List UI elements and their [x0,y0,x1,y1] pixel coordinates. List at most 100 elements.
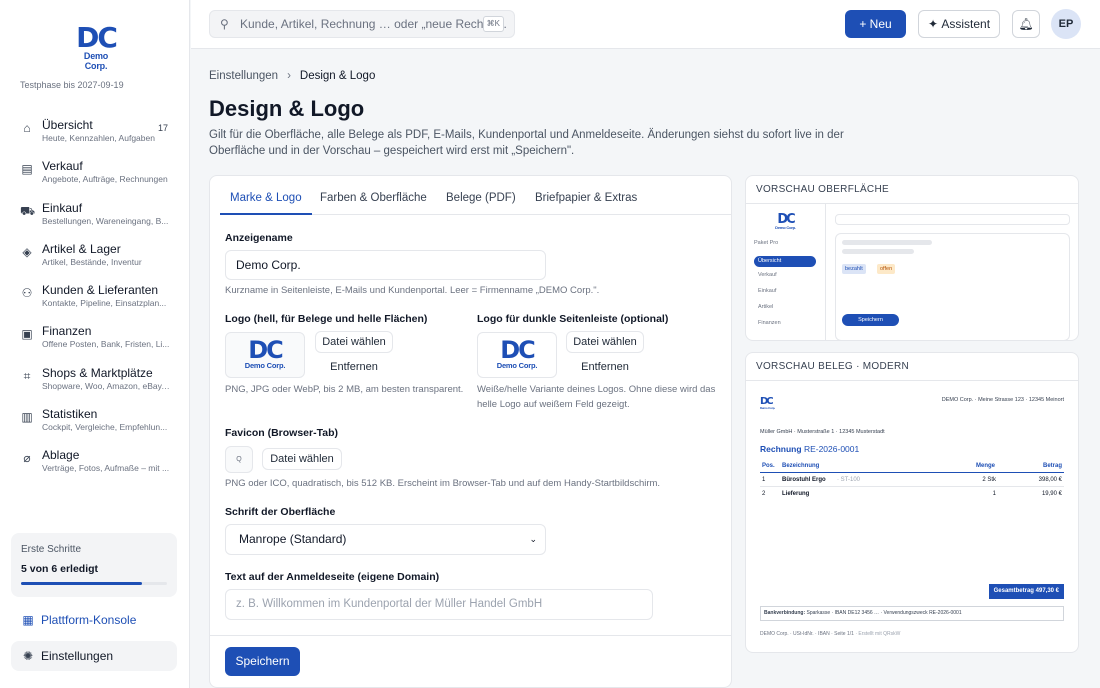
sidebar-item[interactable]: ▤ Verkauf Angebote, Aufträge, Rechnungen [10,153,182,194]
sidebar-item[interactable]: ▣ Finanzen Offene Posten, Bank, Fristen, L… [10,318,182,359]
mini-nav-item: Verkauf [758,272,777,278]
doc-bank-label: Bankverbindung: [764,610,806,616]
doc-logo-sub: Demo Corp. [760,406,776,410]
doc-type: Rechnung [760,444,802,454]
sidebar-item[interactable]: ⌀ Ablage Verträge, Fotos, Aufmaße – mit ..… [10,442,182,483]
trial-info: Testphase bis 2027-09-19 [20,80,124,90]
sidebar-item-badge: 17 [157,123,168,133]
tab-brand-logo[interactable]: Marke & Logo [220,176,312,215]
sidebar-item-sub: Artikel, Bestände, Inventur [42,256,142,267]
mini-line [842,240,932,245]
logo-light-sub: Demo Corp. [244,361,286,370]
cart-icon: ⛟ [20,203,36,218]
sidebar-item[interactable]: ◈ Artikel & Lager Artikel, Bestände, Inven… [10,236,182,277]
platform-console-link[interactable]: ▦ Plattform-Konsole [11,606,177,634]
breadcrumb-root[interactable]: Einstellungen [209,70,278,82]
sidebar-item[interactable]: ⌂ Übersicht Heute, Kennzahlen, Aufgaben 17 [10,112,182,153]
users-icon: ⚇ [21,286,33,301]
sidebar-item-label: Shops & Marktplätze [42,365,153,380]
logo-dark-remove-button[interactable]: Entfernen [566,361,644,373]
mini-content: bezahlt offen Speichern [835,233,1070,341]
doc-table: Pos. Bezeichnung Menge Betrag 1 Bürostuh… [760,461,1064,501]
mini-nav-item: Einkauf [758,288,777,294]
save-button[interactable]: Speichern [225,647,300,676]
settings-label: Einstellungen [41,649,114,663]
logo-dark-label: Logo für dunkle Seitenleiste (optional) [477,313,669,325]
display-name-label: Anzeigename [225,232,293,244]
company-logo[interactable]: DC Demo Corp. [72,24,120,72]
doc-heading: Rechnung RE-2026-0001 [760,444,859,454]
sidebar-item-sub: Shopware, Woo, Amazon, eBay, ... [42,380,170,391]
font-select-value: Manrope (Standard) [239,532,347,546]
font-label: Schrift der Oberfläche [225,506,336,518]
sidebar-item-label: Finanzen [42,324,92,339]
table-row: 1 Bürostuhl Ergo · ST-100 2 Stk 398,00 € [760,473,1064,487]
platform-console-label: Plattform-Konsole [41,613,137,627]
row-amount: 398,00 € [1038,477,1062,483]
logo-dark-mark: DC [500,336,536,364]
row-sku: · ST-100 [837,477,861,483]
tab-colors[interactable]: Farben & Oberfläche [320,176,427,215]
row-qty: 1 [992,491,996,497]
home-icon: ⌂ [23,121,31,135]
shortcut-badge: ⌘K [482,16,504,32]
page-title: Design & Logo [209,96,365,121]
logo-light-choose-button[interactable]: Datei wählen [315,331,393,353]
notifications-button[interactable]: 🔔︎ [1012,10,1040,38]
favicon-preview: Q [225,446,253,473]
doc-table-header: Pos. Bezeichnung Menge Betrag [760,461,1064,473]
search-input[interactable]: ⚲ Kunde, Artikel, Rechnung … oder „neue … [209,10,515,38]
chevron-right-icon: › [287,70,291,82]
mini-nav-item: Finanzen [758,320,781,326]
sidebar-item-label: Einkauf [42,200,83,215]
bell-icon: 🔔︎ [1018,17,1034,31]
assistant-button[interactable]: ✦ Assistent [918,10,1000,38]
tab-documents[interactable]: Belege (PDF) [446,176,516,215]
login-text-input[interactable]: z. B. Willkommen im Kundenportal der Mül… [225,589,653,620]
sidebar-item-label: Kunden & Lieferanten [42,283,159,298]
logo-light-remove-button[interactable]: Entfernen [315,361,393,373]
favicon-label: Favicon (Browser-Tab) [225,427,338,439]
logo-light-preview: DC Demo Corp. [225,332,305,378]
sidebar-item-sub: Verträge, Fotos, Aufmaße – mit ... [42,463,170,474]
col-desc: Bezeichnung [782,463,820,469]
money-icon: ▣ [21,327,33,342]
sparkle-icon: ✦ [927,17,942,31]
sidebar-item[interactable]: ⛟ Einkauf Bestellungen, Wareneingang, B... [10,195,182,236]
search-icon: ⚲ [220,17,229,31]
favicon-choose-button[interactable]: Datei wählen [262,448,342,470]
sidebar-item-sub: Offene Posten, Bank, Fristen, Li... [42,339,170,350]
paperclip-icon: ⌀ [23,451,31,466]
table-row: 2 Lieferung 1 19,90 € [760,487,1064,501]
mini-nav-item: Artikel [758,304,774,310]
tab-letterhead[interactable]: Briefpapier & Extras [535,176,637,215]
row-name: Bürostuhl Ergo [782,477,826,483]
settings-link[interactable]: ✺ Einstellungen [11,641,177,671]
font-select[interactable]: Manrope (Standard) ⌄ [225,524,546,555]
sidebar-item-label: Ablage [42,448,80,463]
onboarding-steps[interactable]: Erste Schritte 5 von 6 erledigt [11,533,177,597]
new-button[interactable]: + Neu [845,10,906,38]
plus-icon: + [859,17,870,31]
display-name-help: Kurzname in Seitenleiste, E-Mails und Ku… [225,285,600,296]
col-pos: Pos. [762,463,775,469]
display-name-input[interactable]: Demo Corp. [225,250,546,280]
row-amount: 19,90 € [1041,491,1062,497]
doc-number: RE-2026-0001 [803,444,860,454]
breadcrumb: Einstellungen › Design & Logo [209,70,375,82]
avatar[interactable]: EP [1051,9,1081,39]
sidebar-item[interactable]: ▥ Statistiken Cockpit, Vergleiche, Empfehl… [10,401,182,442]
sidebar-item[interactable]: ⌗ Shops & Marktplätze Shopware, Woo, Amazo… [10,360,182,401]
logo-subtitle: Demo Corp. [83,51,109,71]
favicon-help: PNG oder ICO, quadratisch, bis 512 KB. E… [225,478,661,489]
row-qty: 2 Stk [982,477,996,483]
preview-ui-title: VORSCHAU OBERFLÄCHE [756,184,889,195]
mini-save-button: Speichern [842,314,899,326]
steps-progress-bar [21,582,167,585]
sidebar-item[interactable]: ⚇ Kunden & Lieferanten Kontakte, Pipeline,… [10,277,182,318]
logo-dark-choose-button[interactable]: Datei wählen [566,331,644,353]
sidebar: DC Demo Corp. Testphase bis 2027-09-19 ⌂… [0,0,190,688]
sidebar-nav: ⌂ Übersicht Heute, Kennzahlen, Aufgaben 17 ▤… [10,112,182,484]
breadcrumb-current: Design & Logo [299,70,376,82]
box-icon: ◈ [22,244,32,259]
